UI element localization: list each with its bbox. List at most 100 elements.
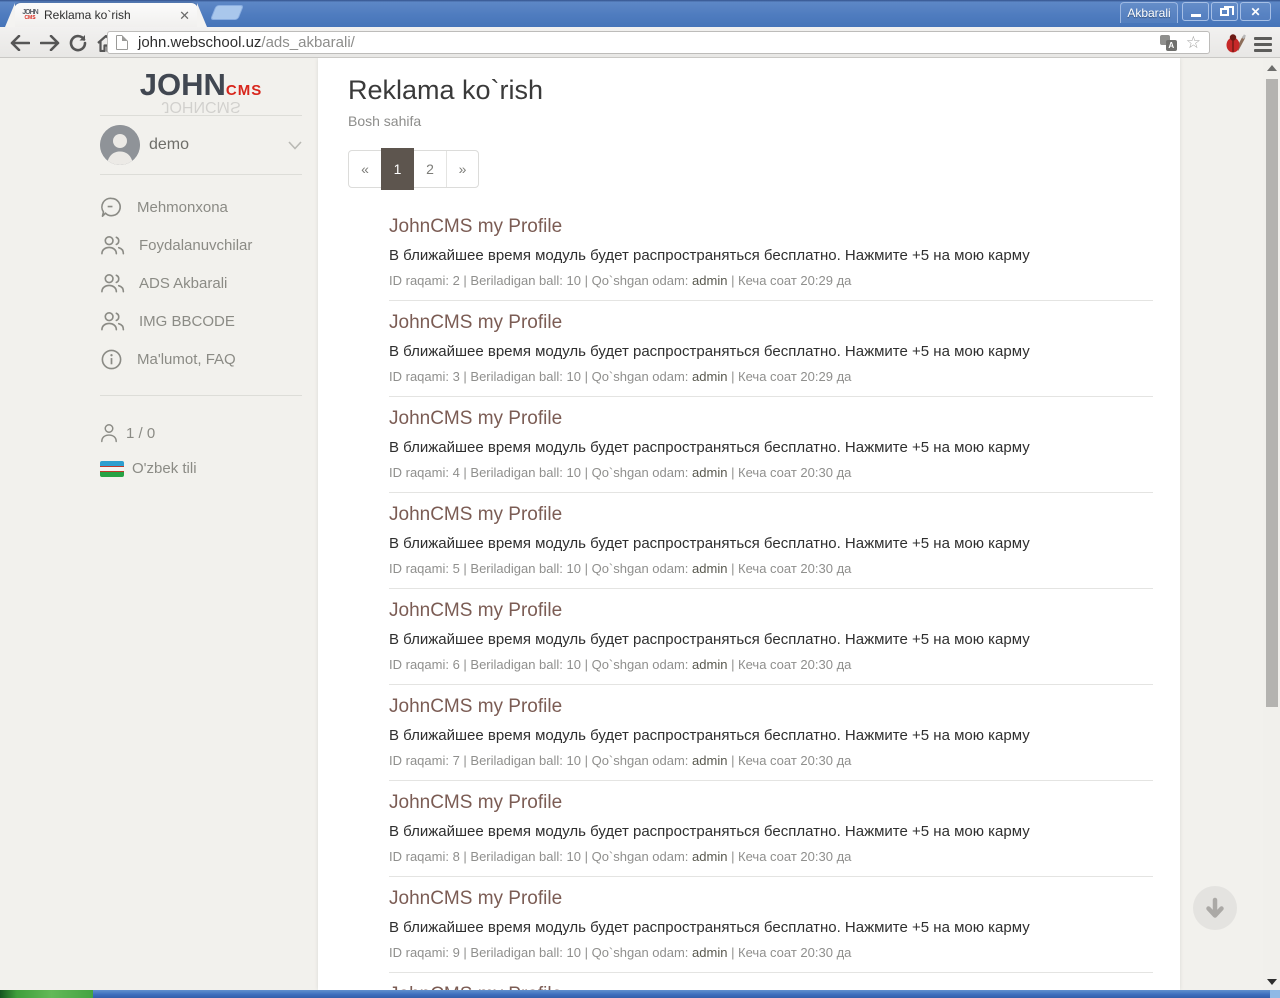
ad-title-link[interactable]: JohnCMS my Profile xyxy=(389,312,1153,334)
sidebar-menu: Mehmonxona Foydalanuvchilar ADS Akbarali… xyxy=(100,188,302,378)
logo-reflection: JOHNCMS xyxy=(161,100,241,114)
ad-meta: ID raqami: 3 | Beriladigan ball: 10 | Qo… xyxy=(389,369,1153,384)
ad-meta-post: | Кеча соат 20:30 да xyxy=(727,465,852,480)
restore-icon xyxy=(1220,5,1234,16)
ad-author: admin xyxy=(692,945,728,960)
pagination-page-2[interactable]: 2 xyxy=(414,151,446,187)
scroll-down-button[interactable] xyxy=(1193,886,1237,930)
pagination: « 1 2 » xyxy=(348,148,479,190)
online-counter[interactable]: 1 / 0 xyxy=(100,423,302,443)
ad-body-text: В ближайшее время модуль будет распростр… xyxy=(389,439,1030,456)
bookmark-star-icon[interactable]: ☆ xyxy=(1186,34,1201,51)
ad-title-link[interactable]: JohnCMS my Profile xyxy=(389,792,1153,814)
ad-meta-pre: ID raqami: 4 | Beriladigan ball: 10 | Qo… xyxy=(389,465,693,480)
sidebar-item-ads-akbarali[interactable]: ADS Akbarali xyxy=(100,264,302,302)
page-title: Reklama ko`rish xyxy=(348,75,544,105)
breadcrumb[interactable]: Bosh sahifa xyxy=(348,113,1180,129)
address-bar[interactable]: john.webschool.uz/ads_akbarali/ A ☆ xyxy=(107,31,1210,54)
user-menu[interactable]: demo xyxy=(100,116,302,174)
new-tab-button[interactable] xyxy=(209,5,245,20)
browser-tab[interactable]: JOHN CMS Reklama ko`rish ✕ xyxy=(5,3,207,27)
ad-body-text: В ближайшее время модуль будет распростр… xyxy=(389,535,1030,552)
pagination-prev[interactable]: « xyxy=(349,151,381,187)
sidebar-item-label: ADS Akbarali xyxy=(139,274,228,292)
ad-meta-pre: ID raqami: 5 | Beriladigan ball: 10 | Qo… xyxy=(389,561,693,576)
minimize-button[interactable] xyxy=(1182,2,1209,21)
browser-titlebar: JOHN CMS Reklama ko`rish ✕ Akbarali ✕ xyxy=(0,0,1280,27)
ad-list-item: JohnCMS my Profile В ближайшее время мод… xyxy=(389,493,1153,589)
scrollbar-down-icon[interactable] xyxy=(1267,979,1277,985)
browser-toolbar: john.webschool.uz/ads_akbarali/ A ☆ xyxy=(0,27,1280,58)
window-bottom-border xyxy=(0,990,1280,998)
sidebar-item-malumot-faq[interactable]: Ma'lumot, FAQ xyxy=(100,340,302,378)
minimize-icon xyxy=(1190,14,1201,17)
translate-icon[interactable]: A xyxy=(1159,34,1177,51)
ad-title-link[interactable]: JohnCMS my Profile xyxy=(389,600,1153,622)
pagination-next[interactable]: » xyxy=(446,151,478,187)
scrollbar-thumb[interactable] xyxy=(1266,79,1278,707)
ad-meta-post: | Кеча соат 20:30 да xyxy=(727,849,852,864)
ad-body-text: В ближайшее время модуль будет распростр… xyxy=(389,919,1030,936)
page-icon xyxy=(116,35,128,50)
ad-title-link[interactable]: JohnCMS my Profile xyxy=(389,696,1153,718)
ad-title-link[interactable]: JohnCMS my Profile xyxy=(389,504,1153,526)
ad-meta: ID raqami: 8 | Beriladigan ball: 10 | Qo… xyxy=(389,849,1153,864)
profile-button[interactable]: Akbarali xyxy=(1120,2,1178,23)
sidebar-item-label: Ma'lumot, FAQ xyxy=(137,350,236,368)
ad-author: admin xyxy=(692,753,728,768)
sidebar-item-mehmonxona[interactable]: Mehmonxona xyxy=(100,188,302,226)
reload-icon xyxy=(69,34,87,52)
tab-close-icon[interactable]: ✕ xyxy=(179,9,190,22)
ad-list-item: JohnCMS my Profile В ближайшее время мод… xyxy=(389,781,1153,877)
ad-title-link[interactable]: JohnCMS my Profile xyxy=(389,888,1153,910)
pagination-page-1[interactable]: 1 xyxy=(381,148,414,190)
ad-list-item: JohnCMS my Profile В ближайшее время мод… xyxy=(389,685,1153,781)
online-counter-value: 1 / 0 xyxy=(126,424,156,442)
ad-author: admin xyxy=(692,657,728,672)
ad-body-text: В ближайшее время модуль будет распростр… xyxy=(389,631,1030,648)
ad-author: admin xyxy=(692,369,728,384)
bug-extension-button[interactable] xyxy=(1224,32,1247,54)
johncms-favicon-icon: JOHN CMS xyxy=(22,9,38,21)
url-text[interactable]: john.webschool.uz/ads_akbarali/ xyxy=(138,34,355,51)
sidebar-item-foydalanuvchilar[interactable]: Foydalanuvchilar xyxy=(100,226,302,264)
ad-meta-post: | Кеча соат 20:30 да xyxy=(727,657,852,672)
main-content: Reklama ko`rish Bosh sahifa « 1 2 » John… xyxy=(318,58,1180,990)
info-icon xyxy=(101,349,122,369)
browser-window: JOHN CMS Reklama ko`rish ✕ Akbarali ✕ jo… xyxy=(0,0,1280,998)
chrome-menu-button[interactable] xyxy=(1254,37,1272,55)
sidebar: JOHNCMS JOHNCMS demo Mehmonxona Foydalan… xyxy=(100,58,302,477)
sidebar-item-label: Mehmonxona xyxy=(137,198,228,216)
ad-meta-post: | Кеча соат 20:30 да xyxy=(727,753,852,768)
ad-meta-pre: ID raqami: 9 | Beriladigan ball: 10 | Qo… xyxy=(389,945,693,960)
border-green-segment xyxy=(0,990,93,998)
scrollbar-up-icon[interactable] xyxy=(1267,65,1277,71)
ad-title-link[interactable]: JohnCMS my Profile xyxy=(389,216,1153,238)
window-controls: ✕ xyxy=(1182,2,1271,21)
back-button[interactable] xyxy=(8,31,32,55)
ad-meta: ID raqami: 7 | Beriladigan ball: 10 | Qo… xyxy=(389,753,1153,768)
close-button[interactable]: ✕ xyxy=(1240,2,1271,21)
reload-button[interactable] xyxy=(66,31,90,55)
ad-list-item: JohnCMS my Profile xyxy=(389,973,1153,990)
ad-list-item: JohnCMS my Profile В ближайшее время мод… xyxy=(389,301,1153,397)
ad-meta-pre: ID raqami: 8 | Beriladigan ball: 10 | Qo… xyxy=(389,849,693,864)
person-icon xyxy=(101,424,117,443)
ad-list-item: JohnCMS my Profile В ближайшее время мод… xyxy=(389,589,1153,685)
border-light-segment xyxy=(1270,990,1280,998)
user-name: demo xyxy=(149,136,190,153)
chevron-down-icon xyxy=(288,140,302,150)
scrollbar[interactable] xyxy=(1263,58,1280,990)
restore-button[interactable] xyxy=(1211,2,1238,21)
ad-title-link[interactable]: JohnCMS my Profile xyxy=(389,408,1153,430)
uzbekistan-flag-icon xyxy=(100,460,124,477)
forward-button[interactable] xyxy=(38,31,62,55)
ad-meta-post: | Кеча соат 20:30 да xyxy=(727,561,852,576)
ad-meta-pre: ID raqami: 2 | Beriladigan ball: 10 | Qo… xyxy=(389,273,693,288)
close-icon: ✕ xyxy=(1250,4,1261,19)
ad-author: admin xyxy=(692,465,728,480)
sidebar-item-label: IMG BBCODE xyxy=(139,312,235,330)
language-selector[interactable]: O'zbek tili xyxy=(100,460,302,477)
sidebar-item-img-bbcode[interactable]: IMG BBCODE xyxy=(100,302,302,340)
ad-meta-pre: ID raqami: 3 | Beriladigan ball: 10 | Qo… xyxy=(389,369,693,384)
